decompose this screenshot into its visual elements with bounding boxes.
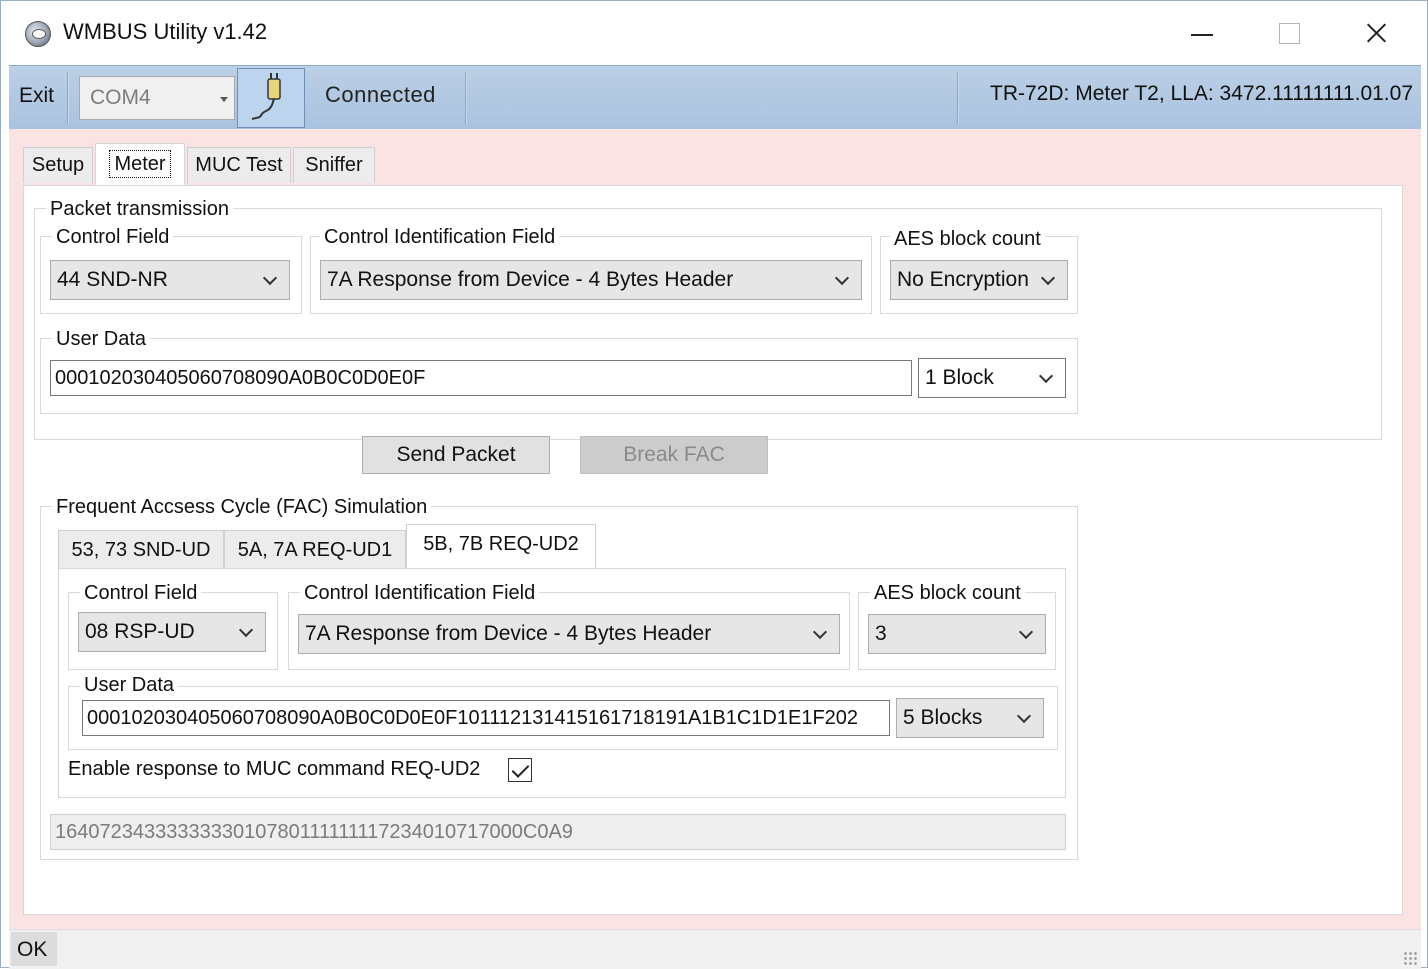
chevron-down-icon [1038,368,1054,384]
resize-grip-icon[interactable] [1403,951,1417,965]
app-icon [25,21,51,47]
fac-ci-field-value: 7A Response from Device - 4 Bytes Header [305,622,712,645]
plug-icon [251,73,281,120]
chevron-down-icon [812,624,828,640]
chevron-down-icon [220,97,228,102]
tab-meter[interactable]: Meter [95,143,185,187]
maximize-button[interactable] [1266,11,1312,55]
block-count-select[interactable]: 1 Block [918,358,1066,398]
meter-tab-panel: Packet transmission Control Field 44 SND… [23,185,1403,915]
fac-user-data-input[interactable]: 000102030405060708090A0B0C0D0E0F10111213… [82,700,890,736]
port-select-value: COM4 [90,86,151,109]
fac-control-field-select[interactable]: 08 RSP-UD [78,612,266,652]
toolbar-separator [67,72,69,124]
meter-info: TR-72D: Meter T2, LLA: 3472.11111111.01.… [990,82,1413,105]
aes-block-select[interactable]: No Encryption [890,260,1068,300]
ci-field-select[interactable]: 7A Response from Device - 4 Bytes Header [320,260,862,300]
chevron-down-icon [834,270,850,286]
subtab-req-ud2[interactable]: 5B, 7B REQ-UD2 [406,524,596,570]
enable-response-checkbox[interactable] [508,758,532,782]
chevron-down-icon [238,622,254,638]
tab-meter-label: Meter [109,150,171,178]
control-field-value: 44 SND-NR [57,268,168,291]
status-text: OK [11,932,57,966]
break-fac-button[interactable]: Break FAC [580,436,768,474]
fac-output-field: 1640723433333333010780111111117234010717… [50,814,1066,850]
status-bar: OK [9,929,1421,969]
ci-field-legend: Control Identification Field [320,226,560,248]
user-data-legend: User Data [52,328,151,350]
connection-status: Connected [325,82,436,107]
tab-sniffer[interactable]: Sniffer [293,147,375,183]
fac-block-count-select[interactable]: 5 Blocks [896,698,1044,738]
connect-button[interactable] [237,68,305,128]
minimize-button[interactable] [1179,11,1225,55]
chevron-down-icon [1040,270,1056,286]
control-field-legend: Control Field [52,226,174,248]
fac-simulation-legend: Frequent Accsess Cycle (FAC) Simulation [52,496,432,518]
fac-block-count-value: 5 Blocks [903,706,983,729]
subtab-req-ud1[interactable]: 5A, 7A REQ-UD1 [224,530,406,568]
toolbar-separator [957,72,959,124]
app-window: WMBUS Utility v1.42 Exit COM4 Connected … [0,0,1428,969]
exit-button[interactable]: Exit [19,84,54,108]
chevron-down-icon [1018,624,1034,640]
subtab-snd-ud[interactable]: 53, 73 SND-UD [58,530,224,568]
aes-block-legend: AES block count [890,228,1045,250]
toolbar-separator [465,72,467,124]
fac-ci-field-legend: Control Identification Field [300,582,540,604]
toolbar: Exit COM4 Connected TR-72D: Meter T2, LL… [9,65,1421,129]
fac-aes-block-value: 3 [875,622,887,645]
title-bar: WMBUS Utility v1.42 [1,1,1427,65]
packet-transmission-legend: Packet transmission [46,198,233,220]
tab-muc-test[interactable]: MUC Test [187,147,291,183]
close-button[interactable] [1353,11,1399,55]
fac-ci-field-select[interactable]: 7A Response from Device - 4 Bytes Header [298,614,840,654]
send-packet-button[interactable]: Send Packet [362,436,550,474]
aes-block-value: No Encryption [897,268,1029,291]
ci-field-value: 7A Response from Device - 4 Bytes Header [327,268,734,291]
fac-control-field-legend: Control Field [80,582,202,604]
user-data-input[interactable]: 000102030405060708090A0B0C0D0E0F [50,360,912,396]
fac-control-field-value: 08 RSP-UD [85,620,195,643]
chevron-down-icon [1016,708,1032,724]
port-select[interactable]: COM4 [79,76,235,120]
fac-aes-block-legend: AES block count [870,582,1025,604]
fac-aes-block-select[interactable]: 3 [868,614,1046,654]
chevron-down-icon [262,270,278,286]
window-title: WMBUS Utility v1.42 [63,19,268,44]
client-area: Setup Meter MUC Test Sniffer Packet tran… [9,129,1421,929]
fac-output-value: 1640723433333333010780111111117234010717… [55,821,573,843]
block-count-value: 1 Block [925,366,994,389]
tab-setup[interactable]: Setup [23,147,93,183]
fac-user-data-value: 000102030405060708090A0B0C0D0E0F10111213… [87,707,859,729]
fac-user-data-legend: User Data [80,674,179,696]
enable-response-label: Enable response to MUC command REQ-UD2 [68,758,481,780]
control-field-select[interactable]: 44 SND-NR [50,260,290,300]
user-data-value: 000102030405060708090A0B0C0D0E0F [55,367,426,389]
